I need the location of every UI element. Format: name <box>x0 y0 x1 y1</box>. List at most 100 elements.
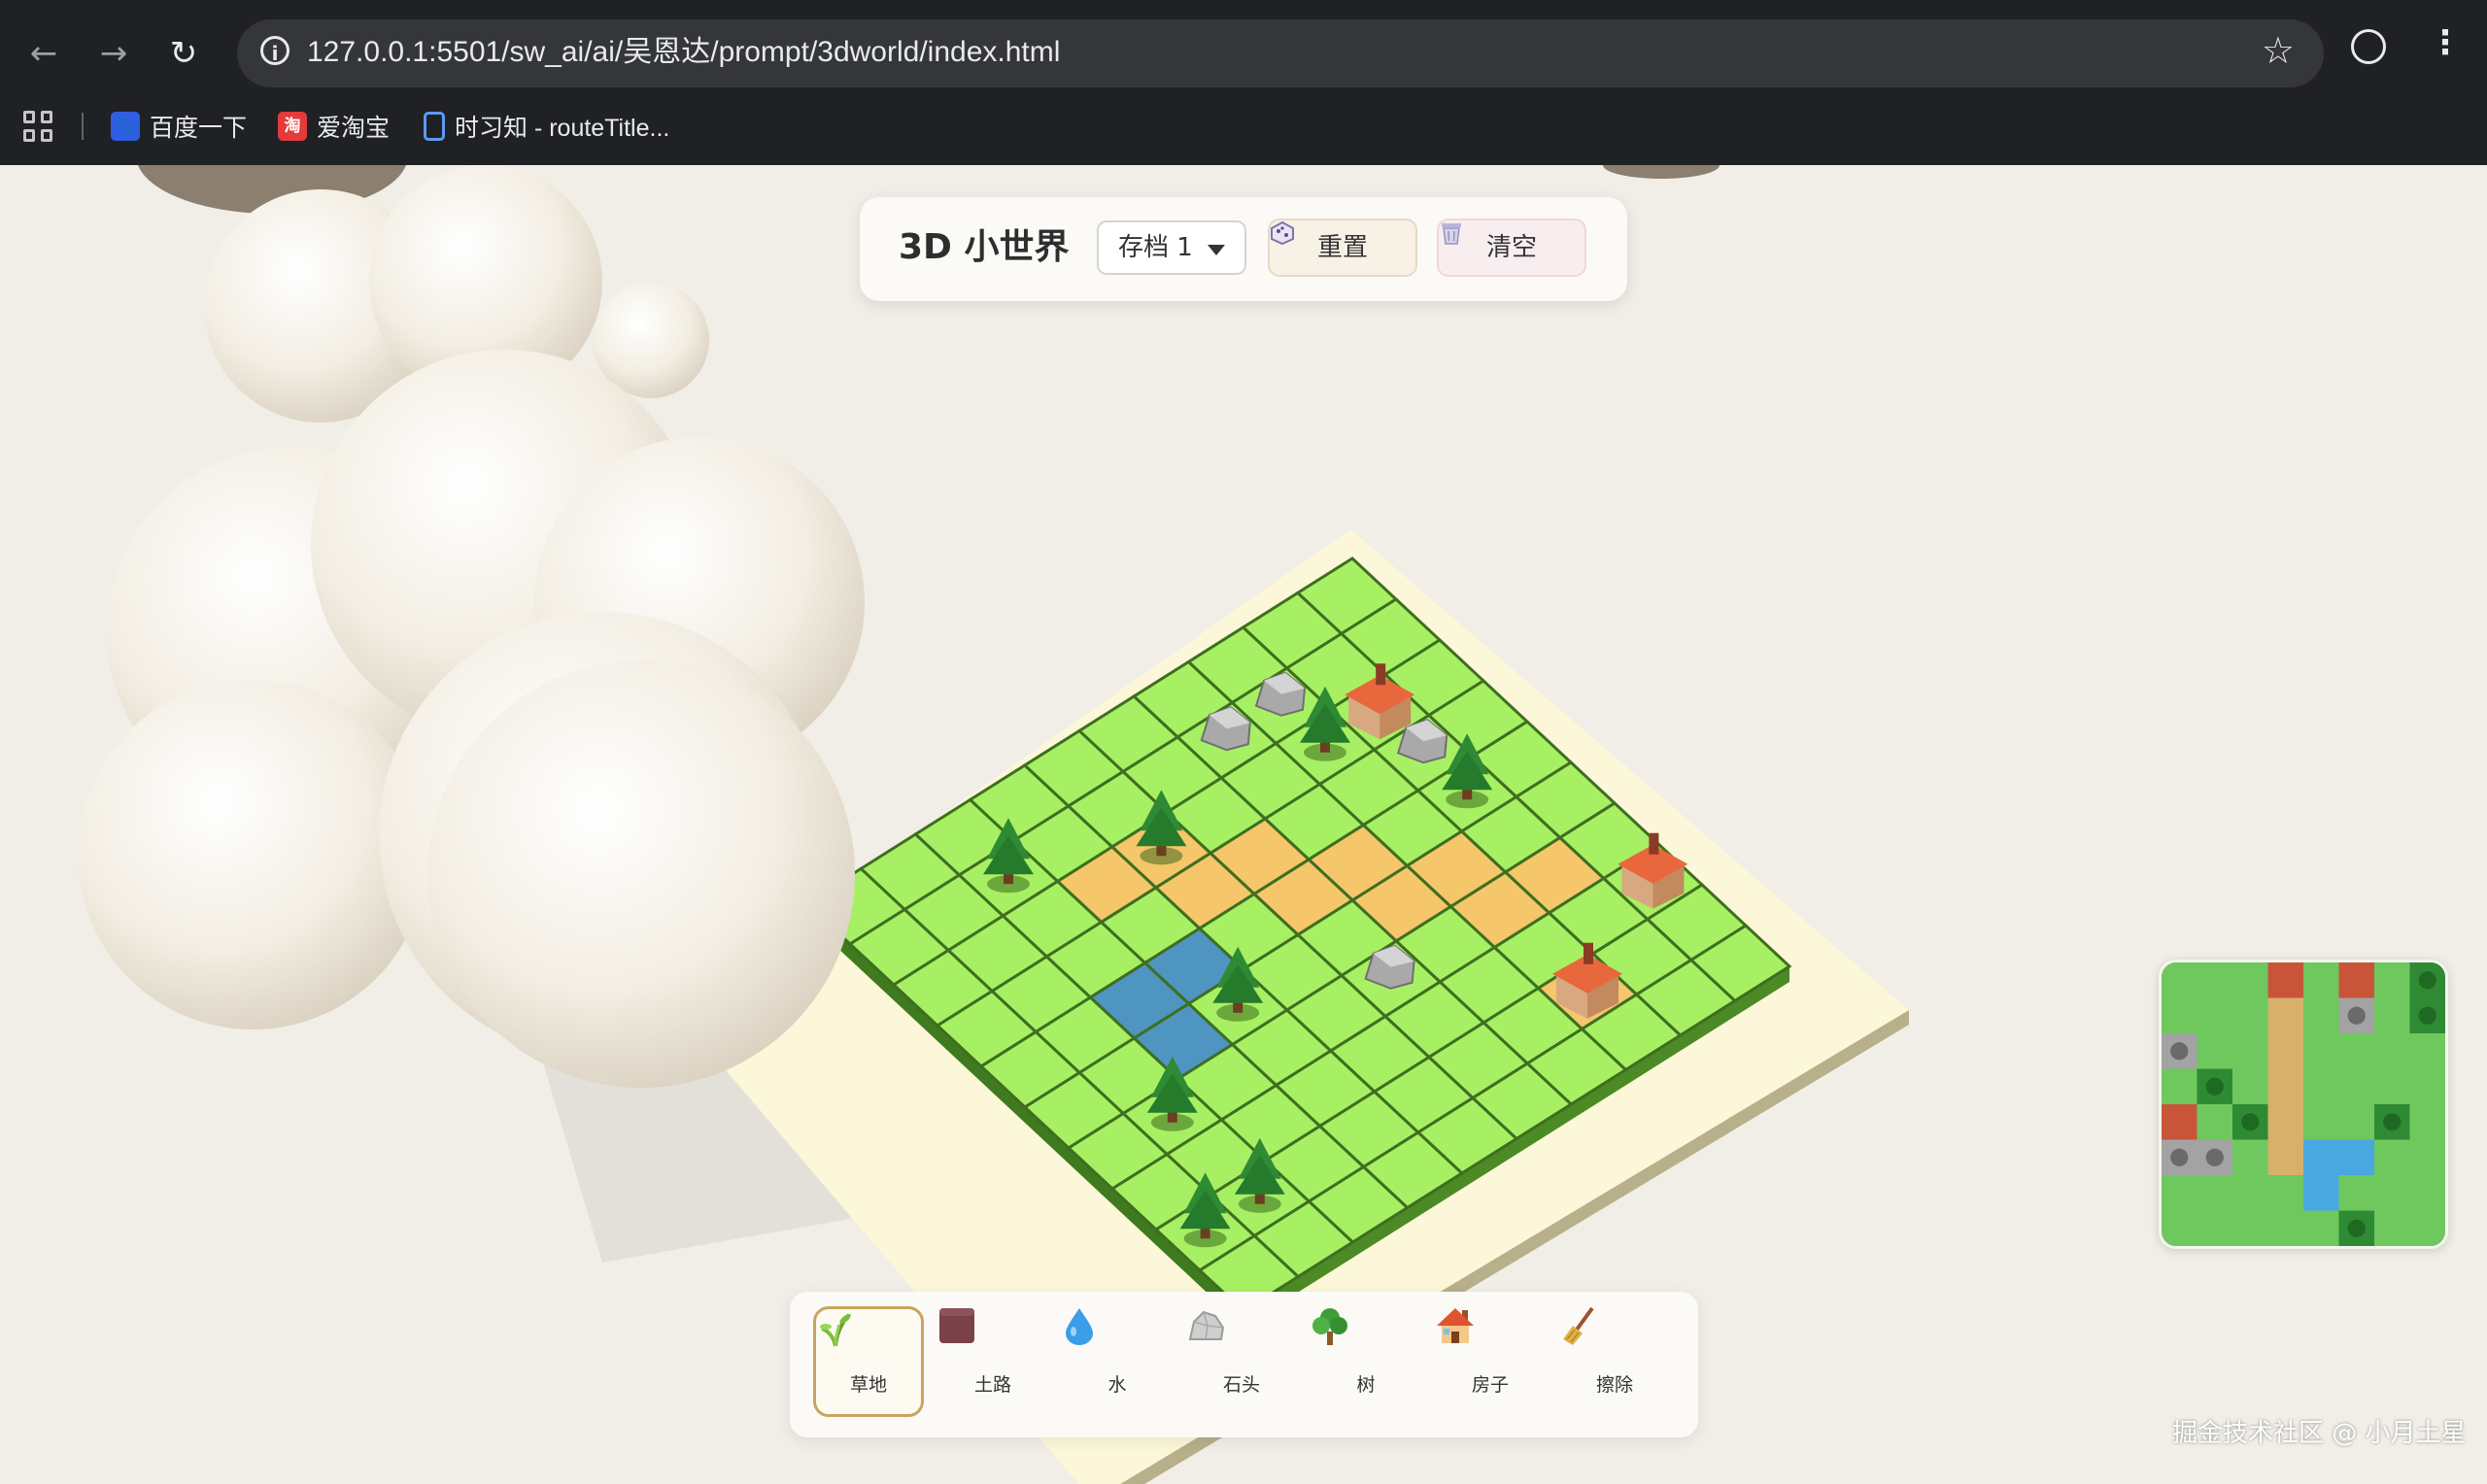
reset-button[interactable]: 重置 <box>1268 219 1417 277</box>
minimap-cell <box>2232 962 2268 998</box>
minimap-cell <box>2338 962 2374 998</box>
minimap-rock <box>2170 1042 2189 1061</box>
minimap-cell <box>2232 997 2268 1033</box>
site-info-icon[interactable]: i <box>260 36 290 65</box>
tool-label: 土路 <box>973 1374 1011 1396</box>
minimap-tree <box>2205 1077 2224 1096</box>
top-toolbar: 3D 小世界 存档 1 重置 清空 <box>860 197 1627 301</box>
minimap-cell <box>2197 1175 2232 1211</box>
minimap-tree <box>2383 1113 2402 1131</box>
minimap-cell <box>2303 1139 2339 1175</box>
reset-label: 重置 <box>1316 233 1368 262</box>
minimap-tree <box>2347 1219 2366 1237</box>
tool-water[interactable]: 水 <box>1062 1306 1173 1417</box>
world-canvas[interactable]: 3D 小世界 存档 1 重置 清空 草地 土路 水 石头 树 房子 擦除 掘金技… <box>0 165 2487 1484</box>
minimap-cell <box>2374 1033 2410 1069</box>
address-bar[interactable]: i 127.0.0.1:5501/sw_ai/ai/吴恩达/prompt/3dw… <box>237 19 2324 87</box>
clear-button[interactable]: 清空 <box>1437 219 1586 277</box>
minimap-tree <box>2418 971 2436 990</box>
minimap-cell <box>2303 997 2339 1033</box>
minimap-tree <box>2418 1006 2436 1025</box>
browser-toolbar: ← → ↻ i 127.0.0.1:5501/sw_ai/ai/吴恩达/prom… <box>0 0 2487 107</box>
minimap-cell <box>2197 1210 2232 1246</box>
tool-label: 石头 <box>1222 1374 1260 1396</box>
minimap-cell <box>2162 997 2197 1033</box>
minimap-cell <box>2267 1210 2303 1246</box>
tool-rock[interactable]: 石头 <box>1186 1306 1297 1417</box>
minimap-cell <box>2162 1175 2197 1211</box>
rock-icon <box>1188 1310 1225 1340</box>
minimap[interactable] <box>2159 960 2448 1249</box>
minimap-cell <box>2338 1104 2374 1140</box>
minimap-cell <box>2409 1033 2445 1069</box>
tool-grass[interactable]: 草地 <box>813 1306 924 1417</box>
apps-grid-icon[interactable] <box>23 111 54 142</box>
minimap-cell <box>2197 1033 2232 1069</box>
minimap-cell <box>2303 1068 2339 1104</box>
minimap-cell <box>2232 1210 2268 1246</box>
bookmark-separator <box>82 113 84 140</box>
browser-chrome: ← → ↻ i 127.0.0.1:5501/sw_ai/ai/吴恩达/prom… <box>0 0 2487 165</box>
minimap-cell <box>2338 1033 2374 1069</box>
world-scene[interactable] <box>0 165 2487 1484</box>
tree-icon <box>1312 1308 1347 1345</box>
dice-icon <box>1271 220 1294 246</box>
minimap-rock <box>2170 1148 2189 1166</box>
taobao-icon: 淘 <box>278 112 307 141</box>
bookmark-label: 百度一下 <box>150 115 248 142</box>
bookmark-star-icon[interactable]: ☆ <box>2262 29 2295 72</box>
minimap-tree <box>2241 1113 2260 1131</box>
minimap-cell <box>2303 1175 2339 1211</box>
minimap-cell <box>2303 1033 2339 1069</box>
app-title: 3D 小世界 <box>899 227 1070 267</box>
tool-label: 草地 <box>849 1374 887 1396</box>
baidu-icon: 🐾 <box>111 112 140 141</box>
minimap-cell <box>2374 1068 2410 1104</box>
grass-icon <box>820 1313 851 1347</box>
minimap-cell <box>2409 1139 2445 1175</box>
minimap-cell <box>2338 1139 2374 1175</box>
tool-erase[interactable]: 擦除 <box>1559 1306 1670 1417</box>
clear-label: 清空 <box>1485 233 1537 262</box>
minimap-cell <box>2303 1210 2339 1246</box>
minimap-cell <box>2374 1175 2410 1211</box>
bookmark-shixizhi[interactable]: 时习知 - routeTitle... <box>424 105 669 148</box>
minimap-cell <box>2267 1139 2303 1175</box>
minimap-cell <box>2303 962 2339 998</box>
watermark: 掘金技术社区 @ 小月土星 <box>2172 1419 2467 1448</box>
minimap-cell <box>2162 1104 2197 1140</box>
minimap-cell <box>2232 1068 2268 1104</box>
reload-icon[interactable]: ↻ <box>159 29 208 78</box>
book-icon <box>424 112 445 141</box>
kebab-menu-icon[interactable]: ⋮ <box>2429 23 2462 62</box>
tool-house[interactable]: 房子 <box>1435 1306 1546 1417</box>
forward-arrow-icon[interactable]: → <box>89 29 138 78</box>
profile-icon[interactable] <box>2351 29 2386 64</box>
minimap-cell <box>2197 997 2232 1033</box>
trash-icon <box>1442 223 1461 245</box>
url-text[interactable]: 127.0.0.1:5501/sw_ai/ai/吴恩达/prompt/3dwor… <box>307 33 1060 72</box>
minimap-cell <box>2162 1068 2197 1104</box>
minimap-cell <box>2303 1104 2339 1140</box>
minimap-cell <box>2267 1104 2303 1140</box>
minimap-cell <box>2267 997 2303 1033</box>
minimap-cell <box>2374 962 2410 998</box>
minimap-cell <box>2409 1210 2445 1246</box>
minimap-cell <box>2197 962 2232 998</box>
save-slot-select[interactable]: 存档 1 <box>1097 220 1246 275</box>
tool-dirt[interactable]: 土路 <box>937 1306 1048 1417</box>
minimap-cell <box>2162 962 2197 998</box>
chevron-down-icon <box>1208 245 1225 255</box>
tool-tree[interactable]: 树 <box>1311 1306 1421 1417</box>
minimap-cell <box>2267 962 2303 998</box>
bookmark-label: 时习知 - routeTitle... <box>455 115 670 142</box>
broom-icon <box>1563 1306 1594 1345</box>
minimap-cell <box>2409 1175 2445 1211</box>
back-arrow-icon[interactable]: ← <box>19 29 68 78</box>
minimap-cell <box>2197 1104 2232 1140</box>
minimap-grid <box>2162 962 2445 1246</box>
minimap-cell <box>2409 1104 2445 1140</box>
bookmark-baidu[interactable]: 🐾 百度一下 <box>111 105 247 148</box>
bookmark-taobao[interactable]: 淘 爱淘宝 <box>278 105 390 148</box>
tool-label: 房子 <box>1471 1374 1509 1396</box>
